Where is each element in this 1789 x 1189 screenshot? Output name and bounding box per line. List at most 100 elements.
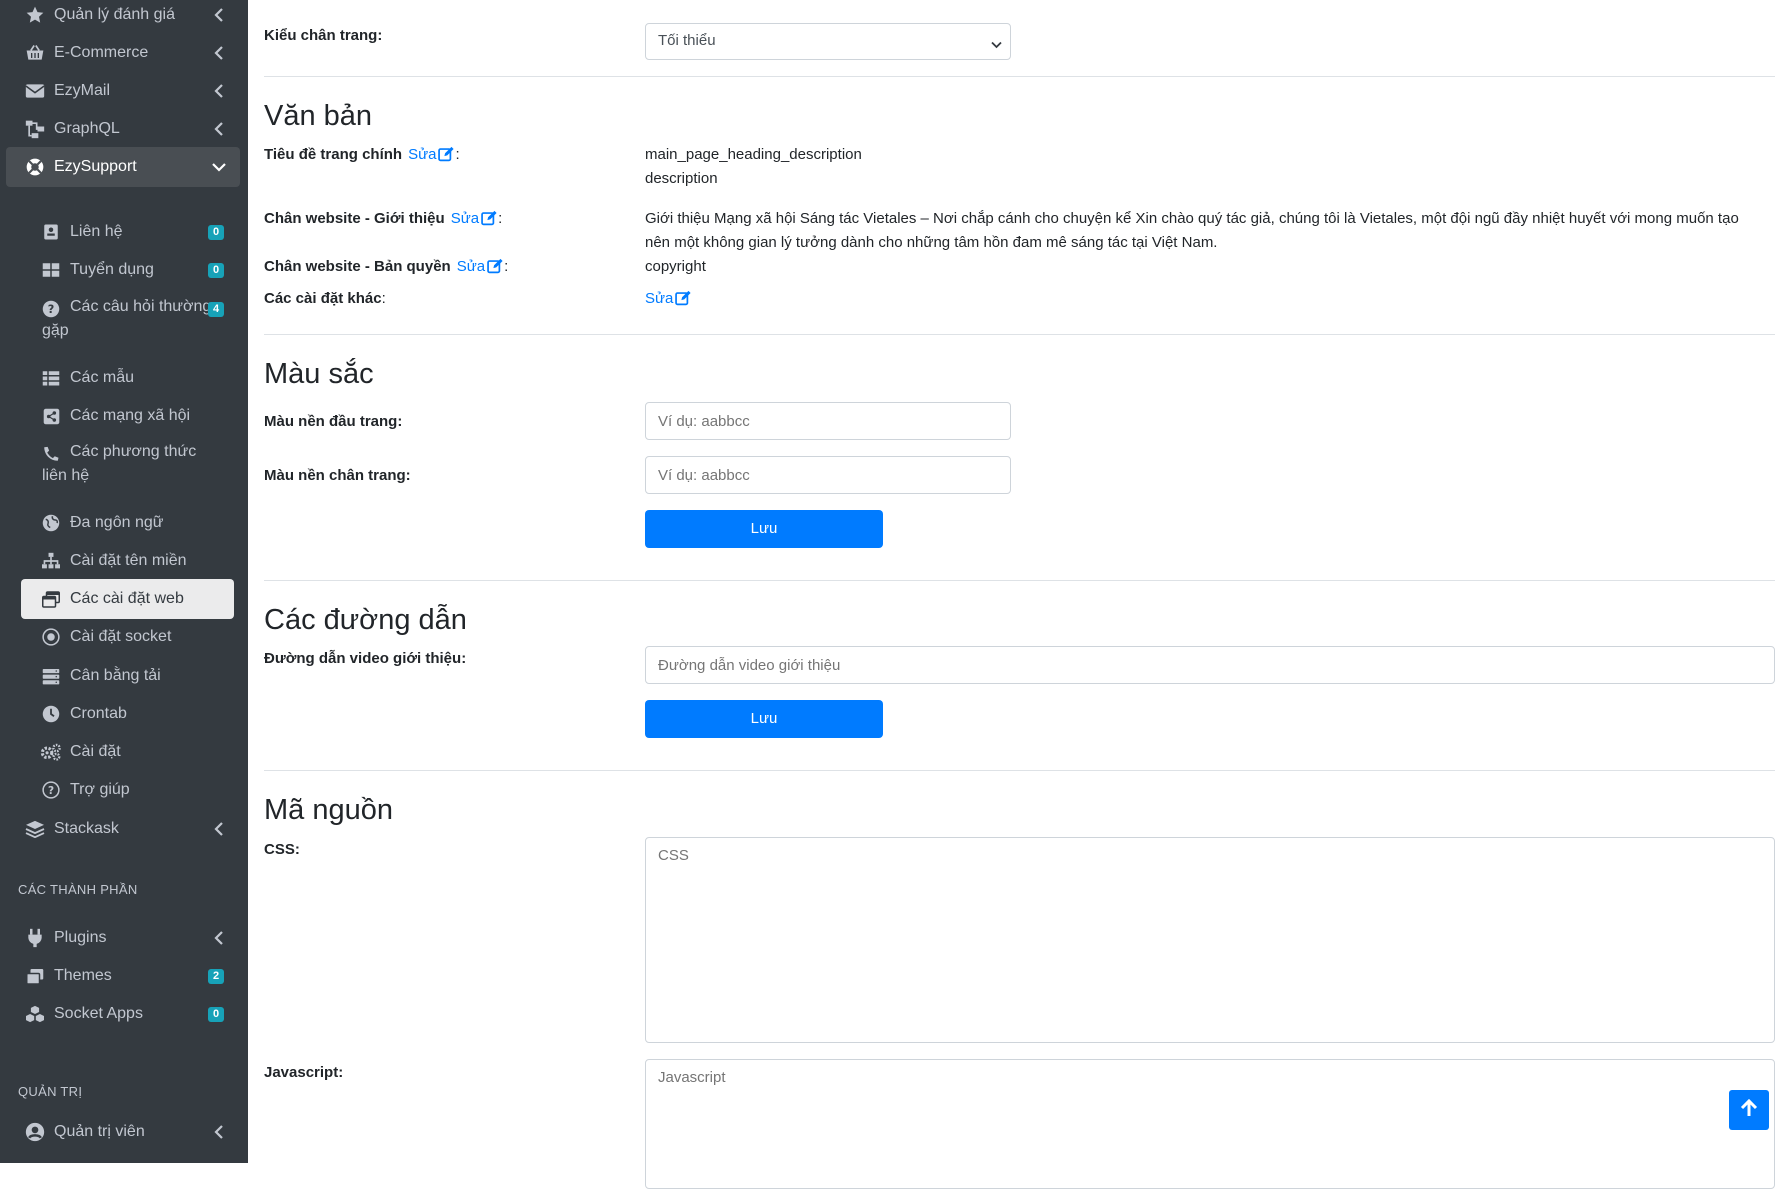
sidebar-item-ezymail[interactable]: EzyMail	[6, 71, 240, 111]
table-list-icon	[40, 367, 62, 389]
edit-link[interactable]: Sửa	[451, 210, 498, 227]
sidebar-item-label: Các mạng xã hội	[70, 407, 191, 424]
scroll-to-top-button[interactable]	[1729, 1090, 1769, 1130]
footer-style-selected: Tối thiểu	[658, 32, 716, 49]
shopping-basket-icon	[24, 42, 46, 64]
sidebar-item-label: Crontab	[70, 705, 127, 722]
edit-icon	[487, 258, 504, 278]
section-title-source: Mã nguồn	[264, 794, 393, 826]
chevron-left-icon	[212, 80, 226, 102]
field-label: Các cài đặt khác	[264, 290, 382, 307]
sidebar-item-crontab[interactable]: Crontab	[6, 694, 240, 734]
edit-icon	[675, 290, 692, 314]
section-title-text: Văn bản	[264, 100, 373, 132]
sidebar-item-label: Cài đặt	[70, 743, 121, 760]
sidebar-item-label: Đa ngôn ngữ	[70, 514, 164, 531]
star-icon	[24, 4, 46, 26]
sidebar-item-label: Các câu hỏi thường gặp	[42, 298, 212, 339]
sidebar-item-web-settings[interactable]: Các cài đặt web	[21, 579, 234, 619]
grid-icon	[40, 259, 62, 281]
count-badge: 0	[208, 263, 224, 278]
save-colors-button[interactable]: Lưu	[645, 510, 883, 548]
sidebar-item-faq[interactable]: ? Các câu hỏi thường gặp 4	[6, 289, 240, 353]
sidebar-item-social-networks[interactable]: Các mạng xã hội	[6, 396, 240, 436]
header-bg-input[interactable]	[645, 402, 1011, 440]
edit-label: Sửa	[645, 290, 674, 307]
sidebar-item-label: Themes	[54, 967, 112, 984]
cogs-icon	[40, 741, 62, 763]
help-circle-icon: ?	[40, 779, 62, 801]
sidebar-item-label: Cài đặt tên miền	[70, 552, 187, 569]
chevron-left-icon	[212, 818, 226, 840]
sidebar-item-contact-methods[interactable]: Các phương thức liên hệ	[6, 434, 240, 498]
sidebar-item-label: Các phương thức liên hệ	[42, 443, 197, 484]
socket-icon	[40, 626, 62, 648]
sidebar-item-label: Quản trị viên	[54, 1123, 145, 1140]
sidebar-item-help[interactable]: ? Trợ giúp	[6, 770, 240, 810]
sidebar-item-label: Các cài đặt web	[70, 590, 184, 607]
chevron-left-icon	[212, 4, 226, 26]
chevron-left-icon	[212, 118, 226, 140]
javascript-label: Javascript:	[264, 1064, 344, 1081]
javascript-textarea[interactable]	[645, 1059, 1775, 1189]
video-link-label: Đường dẫn video giới thiệu:	[264, 650, 467, 667]
sitemap-icon	[40, 550, 62, 572]
sidebar-item-admins[interactable]: Quản trị viên	[6, 1112, 240, 1152]
sidebar-item-label: Tuyển dụng	[70, 261, 154, 278]
sidebar-section-header: QUẢN TRỊ	[18, 1084, 83, 1099]
footer-style-select[interactable]: Tối thiểu	[645, 23, 1011, 60]
video-link-input[interactable]	[645, 646, 1775, 684]
sidebar-item-label: Các mẫu	[70, 369, 135, 386]
footer-copyright-label: Chân website - Bản quyền Sửa:	[264, 258, 508, 278]
footer-bg-label: Màu nền chân trang:	[264, 467, 411, 484]
sidebar-item-contact[interactable]: Liên hệ 0	[6, 212, 240, 252]
sidebar-item-label: Socket Apps	[54, 1005, 143, 1022]
sidebar-item-plugins[interactable]: Plugins	[6, 918, 240, 958]
sidebar-item-load-balancing[interactable]: Cân bằng tải	[6, 656, 240, 696]
css-textarea[interactable]	[645, 837, 1775, 1043]
edit-link[interactable]: Sửa	[457, 258, 504, 275]
sidebar-item-stackask[interactable]: Stackask	[6, 809, 240, 849]
edit-icon	[438, 146, 455, 166]
sidebar-item-label: Plugins	[54, 929, 107, 946]
window-icon	[40, 588, 62, 610]
footer-bg-input[interactable]	[645, 456, 1011, 494]
main-heading-label: Tiêu đề trang chính Sửa:	[264, 146, 460, 166]
sidebar-item-templates[interactable]: Các mẫu	[6, 358, 240, 398]
sidebar-item-reviews[interactable]: Quản lý đánh giá	[6, 0, 240, 35]
sidebar-item-label: Stackask	[54, 820, 119, 837]
css-label: CSS:	[264, 841, 300, 858]
cubes-icon	[24, 1003, 46, 1025]
sidebar-item-socket-apps[interactable]: Socket Apps 0	[6, 994, 240, 1034]
count-badge: 0	[208, 1007, 224, 1022]
sidebar-item-settings[interactable]: Cài đặt	[6, 732, 240, 772]
arrow-up-icon	[1739, 1098, 1759, 1123]
sidebar-item-graphql[interactable]: GraphQL	[6, 109, 240, 149]
footer-intro-value: Giới thiệu Mạng xã hội Sáng tác Vietales…	[645, 210, 1739, 251]
sidebar-item-socket-settings[interactable]: Cài đặt socket	[6, 617, 240, 657]
save-links-button[interactable]: Lưu	[645, 700, 883, 738]
field-label: Tiêu đề trang chính	[264, 146, 403, 163]
field-label: Chân website - Bản quyền	[264, 258, 451, 275]
sidebar-item-ezysupport[interactable]: EzySupport	[6, 147, 240, 187]
project-diagram-icon	[24, 118, 46, 140]
other-settings-edit-link[interactable]: Sửa	[645, 287, 692, 314]
sidebar-section-header: CÁC THÀNH PHẦN	[18, 882, 138, 897]
chevron-down-icon	[212, 156, 226, 178]
section-title-colors: Màu sắc	[264, 358, 374, 390]
sidebar-item-ecommerce[interactable]: E-Commerce	[6, 33, 240, 73]
edit-label: Sửa	[408, 146, 437, 163]
edit-link[interactable]: Sửa	[408, 146, 455, 163]
divider	[264, 580, 1775, 581]
sidebar-item-recruitment[interactable]: Tuyển dụng 0	[6, 250, 240, 290]
sidebar-item-languages[interactable]: Đa ngôn ngữ	[6, 503, 240, 543]
footer-intro-label: Chân website - Giới thiệu Sửa:	[264, 210, 502, 230]
divider	[264, 334, 1775, 335]
sidebar-item-themes[interactable]: Themes 2	[6, 956, 240, 996]
sidebar: Quản lý đánh giá E-Commerce EzyMail Grap…	[0, 0, 248, 1163]
footer-copyright-value: copyright	[645, 258, 706, 275]
user-circle-icon	[24, 1121, 46, 1143]
sidebar-item-domain-settings[interactable]: Cài đặt tên miền	[6, 541, 240, 581]
sidebar-item-label: E-Commerce	[54, 44, 149, 61]
chevron-left-icon	[212, 927, 226, 949]
